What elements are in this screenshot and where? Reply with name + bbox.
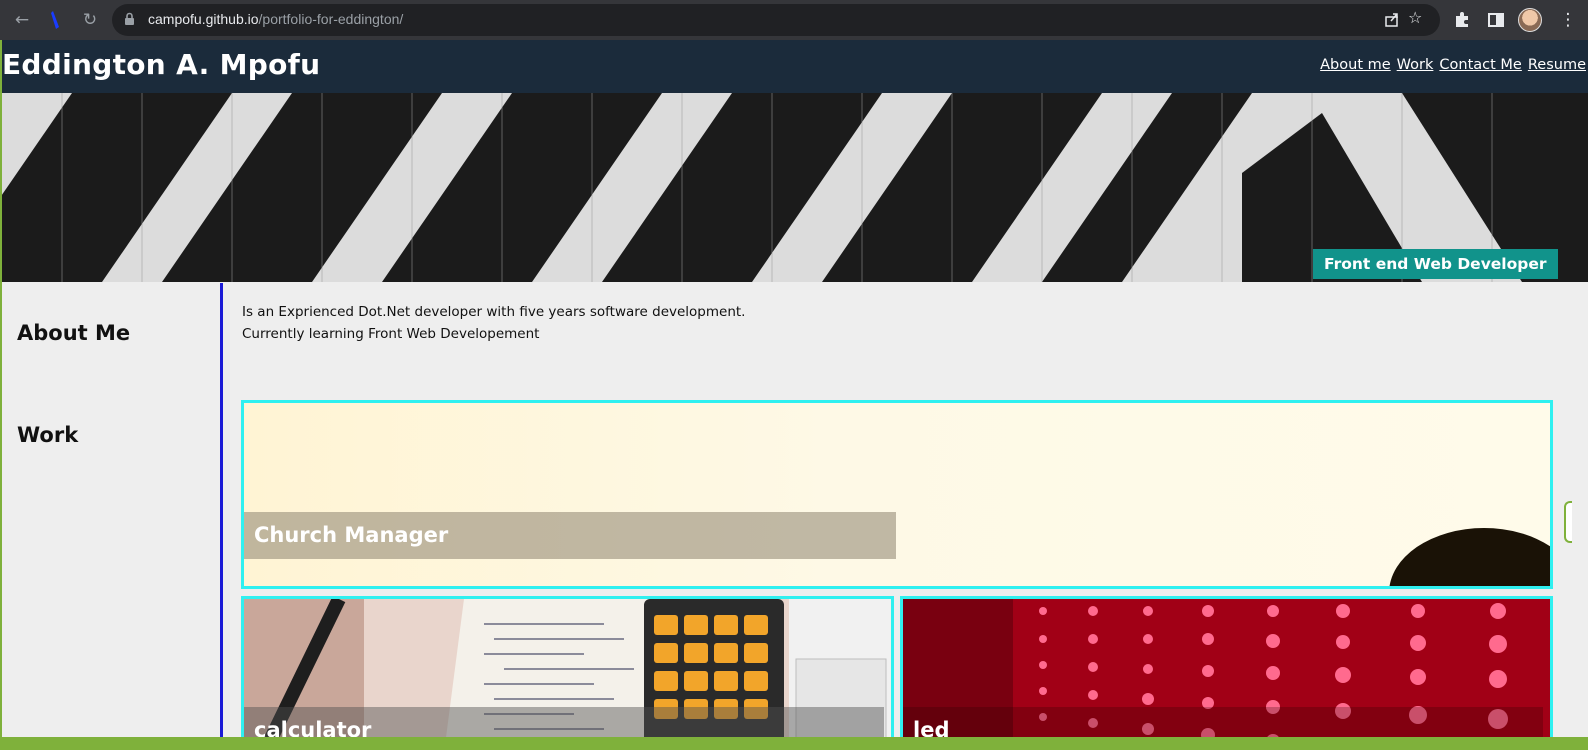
project-card-calculator[interactable]: calculator xyxy=(241,596,894,737)
role-badge: Front end Web Developer xyxy=(1313,249,1558,279)
project-card-led[interactable]: led xyxy=(900,596,1553,737)
about-line-2: Currently learning Front Web Developemen… xyxy=(242,326,540,342)
project-title-calculator: calculator xyxy=(244,707,884,737)
url-path: /portfolio-for-eddington/ xyxy=(258,11,404,27)
address-bar[interactable]: campofu.github.io/portfolio-for-eddingto… xyxy=(112,4,1440,36)
web-page: Eddington A. Mpofu About me Work Contact… xyxy=(2,40,1588,737)
browser-toolbar: ← ↻ campofu.github.io/portfolio-for-eddi… xyxy=(0,0,1588,40)
site-title: Eddington A. Mpofu xyxy=(2,48,321,81)
work-heading: Work xyxy=(17,423,79,447)
project-title-led: led xyxy=(903,707,1543,737)
hero-image: Front end Web Developer xyxy=(2,93,1588,282)
project-title-church-manager: Church Manager xyxy=(244,512,896,559)
site-header: Eddington A. Mpofu About me Work Contact… xyxy=(2,40,1588,93)
side-widget-tab[interactable] xyxy=(1564,501,1572,543)
reload-icon[interactable]: ↻ xyxy=(78,8,102,32)
menu-icon[interactable]: ⋮ xyxy=(1556,8,1580,32)
sidebar-divider xyxy=(220,283,223,737)
extensions-puzzle-icon[interactable] xyxy=(1450,8,1474,32)
url-host: campofu.github.io xyxy=(148,11,259,27)
share-icon[interactable] xyxy=(1381,8,1403,30)
nav-link-work[interactable]: Work xyxy=(1397,57,1434,73)
nav-link-about[interactable]: About me xyxy=(1320,57,1391,73)
url-text[interactable]: campofu.github.io/portfolio-for-eddingto… xyxy=(148,11,403,27)
back-icon[interactable]: ← xyxy=(10,8,34,32)
about-heading: About Me xyxy=(17,321,131,345)
project-card-church-manager[interactable]: Church Manager xyxy=(241,400,1553,589)
nav-link-resume[interactable]: Resume xyxy=(1528,57,1586,73)
lock-icon xyxy=(125,12,134,25)
about-text: Is an Exprienced Dot.Net developer with … xyxy=(242,301,745,345)
nav-link-contact[interactable]: Contact Me xyxy=(1439,57,1521,73)
site-nav: About me Work Contact Me Resume xyxy=(1320,57,1586,73)
side-panel-icon[interactable] xyxy=(1484,8,1508,32)
extension-icon[interactable] xyxy=(44,8,68,32)
about-line-1: Is an Exprienced Dot.Net developer with … xyxy=(242,304,746,320)
profile-avatar[interactable] xyxy=(1518,8,1542,32)
bookmark-star-icon[interactable]: ☆ xyxy=(1408,8,1422,27)
